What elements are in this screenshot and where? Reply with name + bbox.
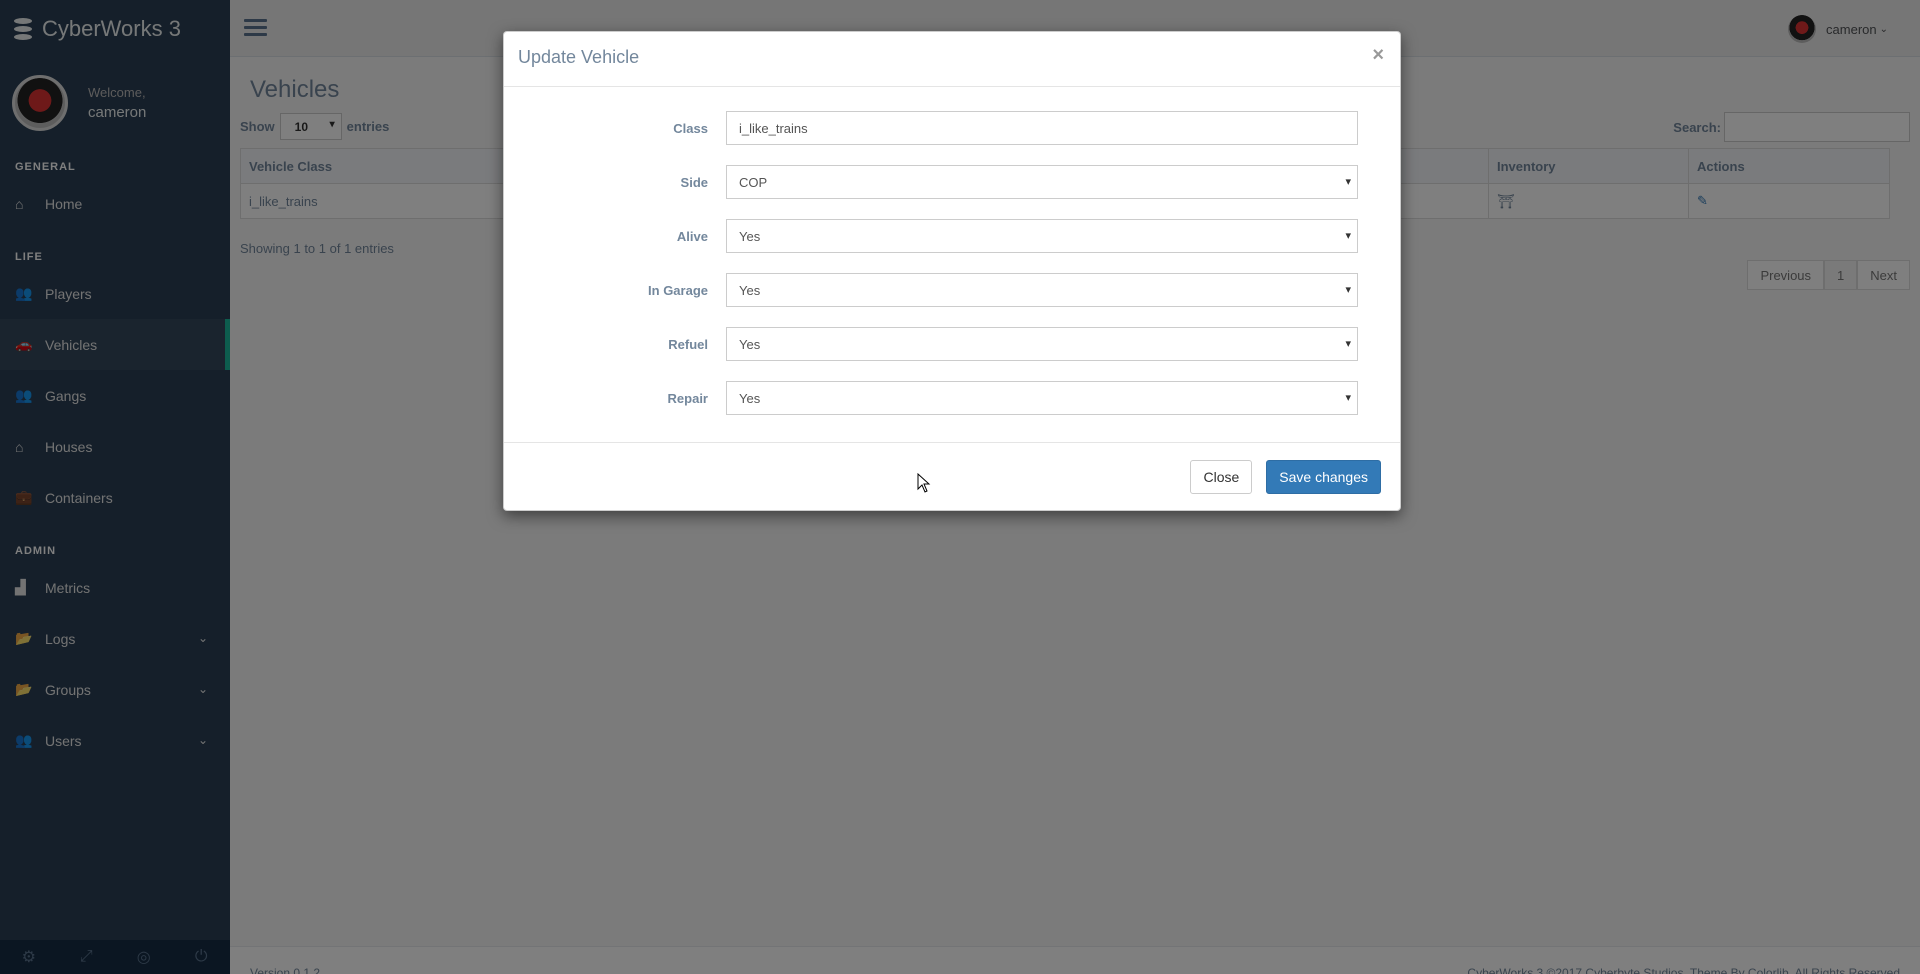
- mouse-cursor-icon: [917, 473, 931, 493]
- form-row-repair: Repair Yes: [504, 371, 1400, 425]
- form-row-in-garage: In Garage Yes: [504, 263, 1400, 317]
- form-row-alive: Alive Yes: [504, 209, 1400, 263]
- field-label: Refuel: [668, 336, 708, 352]
- refuel-select[interactable]: Yes: [726, 327, 1358, 361]
- modal-title: Update Vehicle: [518, 47, 640, 67]
- field-label: In Garage: [648, 282, 708, 298]
- save-changes-button[interactable]: Save changes: [1266, 460, 1381, 494]
- field-value: i_like_trains: [739, 120, 808, 136]
- class-input[interactable]: i_like_trains: [726, 111, 1358, 145]
- side-select[interactable]: COP: [726, 165, 1358, 199]
- field-label: Side: [680, 174, 708, 190]
- repair-select[interactable]: Yes: [726, 381, 1358, 415]
- field-value: COP: [739, 174, 768, 190]
- field-value: Yes: [739, 336, 761, 352]
- field-value: Yes: [739, 282, 761, 298]
- field-label: Repair: [667, 390, 708, 406]
- in-garage-select[interactable]: Yes: [726, 273, 1358, 307]
- form-row-class: Class i_like_trains: [504, 101, 1400, 155]
- form-row-refuel: Refuel Yes: [504, 317, 1400, 371]
- form-row-side: Side COP: [504, 155, 1400, 209]
- close-icon[interactable]: ×: [1372, 44, 1384, 67]
- field-value: Yes: [739, 228, 761, 244]
- update-vehicle-modal: Update Vehicle × Class i_like_trains Sid…: [503, 31, 1401, 511]
- field-value: Yes: [739, 390, 761, 406]
- field-label: Class: [673, 120, 708, 136]
- field-label: Alive: [676, 228, 708, 244]
- alive-select[interactable]: Yes: [726, 219, 1358, 253]
- close-button[interactable]: Close: [1190, 460, 1253, 494]
